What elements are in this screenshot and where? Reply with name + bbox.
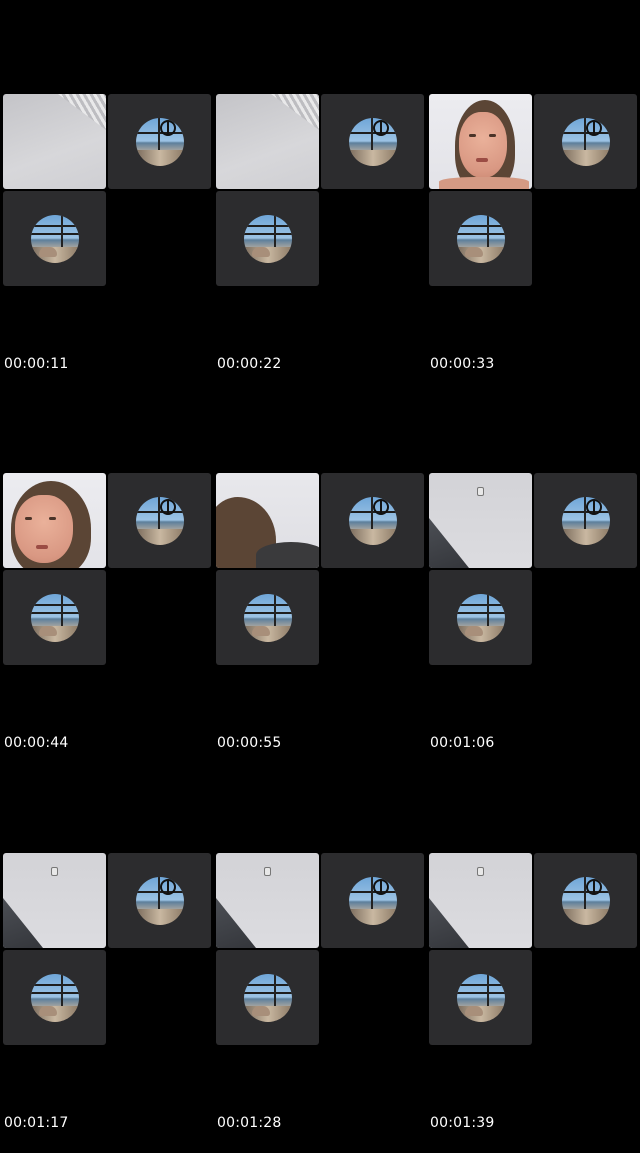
participant-avatar (561, 117, 610, 166)
timestamp-label: 00:00:33 (430, 356, 495, 372)
main-video-tile (429, 94, 532, 189)
participant-tile (108, 94, 211, 189)
participant-tile (429, 950, 532, 1045)
participant-avatar (561, 876, 610, 925)
ceiling-lamp (51, 867, 58, 876)
participant-tile (108, 473, 211, 568)
timestamp-label: 00:00:55 (217, 735, 282, 751)
participant-avatar (456, 214, 505, 263)
participant-tile (534, 94, 637, 189)
participant-tile (3, 950, 106, 1045)
participant-tile (3, 191, 106, 286)
participant-tile (108, 853, 211, 948)
main-video-tile (3, 94, 106, 189)
participant-avatar (456, 593, 505, 642)
timestamp-label: 00:00:11 (4, 356, 69, 372)
thumbnail-2[interactable]: 00:00:22 (216, 94, 426, 394)
thumbnail-4[interactable]: 00:00:44 (3, 473, 213, 773)
main-video-tile (429, 853, 532, 948)
timestamp-label: 00:01:39 (430, 1115, 495, 1131)
participant-avatar (243, 593, 292, 642)
ceiling-fixture (58, 94, 106, 130)
thumbnail-6[interactable]: 00:01:06 (429, 473, 639, 773)
thumbnail-5[interactable]: 00:00:55 (216, 473, 426, 773)
face (15, 495, 73, 563)
participant-avatar (348, 496, 397, 545)
main-video-tile (216, 94, 319, 189)
timestamp-label: 00:01:17 (4, 1115, 69, 1131)
thumbnail-7[interactable]: 00:01:17 (3, 853, 213, 1153)
participant-tile (534, 473, 637, 568)
shoulder (256, 542, 319, 568)
ceiling-fixture (271, 94, 319, 130)
participant-tile (3, 570, 106, 665)
participant-avatar (348, 876, 397, 925)
participant-tile (321, 853, 424, 948)
participant-avatar (30, 214, 79, 263)
main-video-tile (216, 853, 319, 948)
participant-tile (534, 853, 637, 948)
participant-tile (216, 570, 319, 665)
ceiling-lamp (477, 867, 484, 876)
main-video-tile (216, 473, 319, 568)
thumbnail-9[interactable]: 00:01:39 (429, 853, 639, 1153)
thumbnail-3[interactable]: 00:00:33 (429, 94, 639, 394)
participant-avatar (30, 593, 79, 642)
dark-corner (3, 898, 43, 948)
thumbnail-8[interactable]: 00:01:28 (216, 853, 426, 1153)
participant-avatar (243, 973, 292, 1022)
participant-tile (216, 950, 319, 1045)
ceiling-lamp (264, 867, 271, 876)
shoulder (439, 177, 529, 189)
participant-avatar (243, 214, 292, 263)
main-video-tile (429, 473, 532, 568)
timestamp-label: 00:00:44 (4, 735, 69, 751)
thumbnail-1[interactable]: 00:00:11 (3, 94, 213, 394)
ceiling-lamp (477, 487, 484, 496)
timestamp-label: 00:00:22 (217, 356, 282, 372)
participant-tile (321, 473, 424, 568)
dark-corner (429, 898, 469, 948)
face (459, 112, 507, 178)
timestamp-label: 00:01:28 (217, 1115, 282, 1131)
participant-tile (321, 94, 424, 189)
timestamp-label: 00:01:06 (430, 735, 495, 751)
participant-avatar (561, 496, 610, 545)
main-video-tile (3, 473, 106, 568)
participant-avatar (135, 876, 184, 925)
participant-tile (429, 570, 532, 665)
main-video-tile (3, 853, 106, 948)
participant-tile (216, 191, 319, 286)
participant-avatar (348, 117, 397, 166)
participant-avatar (456, 973, 505, 1022)
participant-avatar (135, 117, 184, 166)
participant-avatar (135, 496, 184, 545)
thumbnail-contact-sheet: { "thumbnails": [ {"timestamp": "00:00:1… (0, 0, 640, 1139)
participant-tile (429, 191, 532, 286)
dark-corner (216, 898, 256, 948)
participant-avatar (30, 973, 79, 1022)
dark-corner (429, 518, 469, 568)
